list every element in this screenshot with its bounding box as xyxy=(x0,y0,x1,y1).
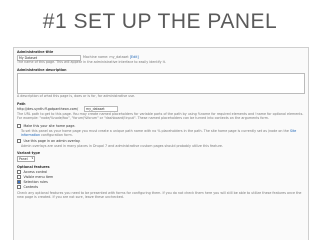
path-prefix: http://dev-synth.ff.gotpantheon.com/ xyxy=(17,106,79,111)
access-control-checkbox[interactable] xyxy=(17,170,22,175)
feature-label: Access control xyxy=(23,170,48,175)
feature-visible-menu-item[interactable]: Visible menu item xyxy=(17,175,305,180)
variant-type-value: Panel xyxy=(19,157,28,161)
panel-setup-form: Administrative title My Dataset Machine … xyxy=(13,47,309,240)
selection-rules-checkbox[interactable] xyxy=(17,180,22,185)
home-page-option-label: Make this your site home page. xyxy=(23,124,76,129)
feature-label: Visible menu item xyxy=(23,175,54,180)
admin-overlay-option-label: Use this page in an admin overlay. xyxy=(23,139,81,144)
path-help: The URL path to get to this page. You ma… xyxy=(17,112,304,121)
path-value: my_dataset xyxy=(86,107,105,111)
feature-label: Contexts xyxy=(23,185,39,190)
optional-features-help: Check any optional features you need to … xyxy=(17,191,302,200)
home-page-checkbox[interactable] xyxy=(17,124,22,129)
home-page-help: To set this panel as your home page you … xyxy=(21,129,305,137)
admin-title-label: Administrative title xyxy=(17,50,54,54)
feature-access-control[interactable]: Access control xyxy=(17,170,305,175)
home-page-help-end: configuration form. xyxy=(41,133,73,138)
feature-label: Selection rules xyxy=(23,180,48,185)
admin-overlay-checkbox[interactable] xyxy=(17,139,22,144)
admin-description-label: Administrative description xyxy=(17,68,67,72)
edit-machine-name-link[interactable]: [Edit] xyxy=(130,55,139,59)
path-label: Path xyxy=(17,102,26,106)
machine-name-line: Machine name: my_dataset [Edit] xyxy=(83,55,305,59)
admin-description-textarea[interactable] xyxy=(17,73,305,94)
slide-title: #1 SET UP THE PANEL xyxy=(42,10,278,33)
admin-overlay-option[interactable]: Use this page in an admin overlay. xyxy=(17,139,305,144)
contexts-checkbox[interactable] xyxy=(17,185,22,190)
chevron-down-icon: ▾ xyxy=(31,156,33,160)
machine-name-text: Machine name: my_dataset xyxy=(83,55,129,59)
admin-overlay-help: Admin overlays are used in many places i… xyxy=(21,144,223,148)
optional-features-label: Optional features xyxy=(17,165,50,169)
variant-type-label: Variant type xyxy=(17,151,40,155)
admin-title-value: My Dataset xyxy=(19,55,38,60)
admin-title-help: The name of this page. This will appear … xyxy=(17,60,166,64)
feature-contexts[interactable]: Contexts xyxy=(17,185,305,190)
home-page-option[interactable]: Make this your site home page. xyxy=(17,124,305,129)
variant-type-select[interactable]: Panel ▾ xyxy=(17,156,35,162)
visible-menu-item-checkbox[interactable] xyxy=(17,175,22,180)
admin-description-help: A description of what this page is, does… xyxy=(17,94,136,98)
feature-selection-rules[interactable]: Selection rules xyxy=(17,180,305,185)
slide: #1 SET UP THE PANEL Administrative title… xyxy=(0,0,320,240)
